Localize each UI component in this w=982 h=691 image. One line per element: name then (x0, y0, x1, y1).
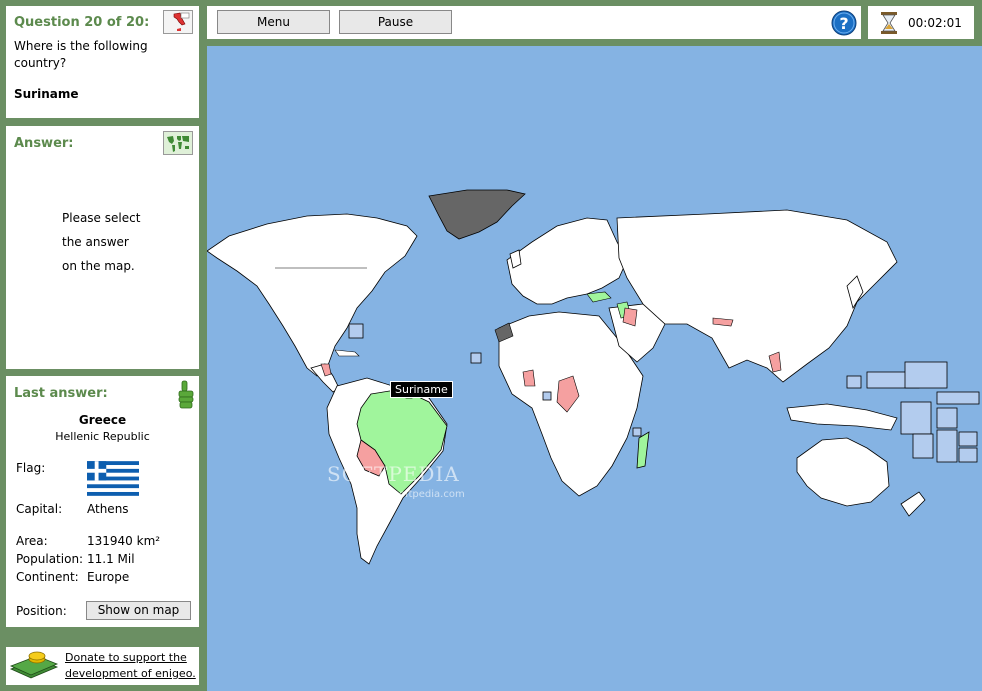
map-tooltip: Suriname (390, 381, 453, 398)
population-value: 11.1 Mil (87, 552, 135, 566)
last-answer-official-name: Hellenic Republic (55, 430, 150, 443)
inset-box[interactable] (470, 352, 482, 364)
last-answer-country: Greece (78, 413, 127, 427)
capital-value: Athens (87, 502, 129, 516)
answer-message: Please select the answer on the map. (62, 206, 140, 278)
population-label: Population: (16, 552, 84, 566)
pause-button[interactable]: Pause (339, 10, 452, 34)
world-map-icon[interactable] (163, 131, 193, 155)
answer-message-line: Please select (62, 211, 141, 225)
greece-flag-icon (87, 461, 139, 499)
thumbs-up-icon (176, 379, 196, 414)
last-answer-title: Last answer: (14, 386, 108, 401)
position-label: Position: (16, 604, 67, 618)
inset-box[interactable] (904, 361, 948, 389)
answer-message-line: on the map. (62, 259, 135, 273)
donate-panel: Donate to support the development of eni… (6, 647, 199, 685)
question-title: Question 20 of 20: (14, 15, 150, 30)
toolbar: Menu Pause ? (207, 6, 861, 39)
world-map[interactable]: Suriname SOFTPEDIA www.softpedia.com (207, 46, 982, 691)
last-answer-panel: Last answer: Greece Hellenic Republic Fl… (6, 376, 199, 627)
country-madagascar[interactable] (636, 431, 650, 469)
donate-link-line: Donate to support the (65, 651, 187, 664)
question-mark-icon[interactable]: ? (831, 10, 857, 39)
answer-message-line: the answer (62, 235, 129, 249)
continent-value: Europe (87, 570, 130, 584)
inset-box[interactable] (936, 391, 980, 405)
continent-europe[interactable] (506, 217, 628, 305)
inset-box[interactable] (846, 375, 862, 389)
country-new-zealand[interactable] (900, 491, 926, 517)
capital-label: Capital: (16, 502, 63, 516)
area-label: Area: (16, 534, 48, 548)
inset-box[interactable] (958, 431, 978, 447)
donate-link[interactable]: Donate to support the development of eni… (65, 650, 196, 682)
inset-box[interactable] (912, 433, 934, 459)
question-panel: Question 20 of 20: Where is the followin… (6, 6, 199, 118)
inset-box[interactable] (936, 407, 958, 429)
inset-box[interactable] (900, 401, 932, 435)
money-icon (9, 651, 59, 684)
question-text: Where is the following country? (14, 39, 148, 70)
flag-label: Flag: (16, 461, 46, 475)
answer-panel: Answer: Please select the answer on the … (6, 126, 199, 369)
timer-panel: 00:02:01 (868, 6, 974, 39)
donate-link-line: development of enigeo. (65, 667, 196, 680)
country-nigeria[interactable] (522, 369, 536, 387)
continent-north-america[interactable] (207, 213, 418, 377)
hourglass-icon (879, 11, 899, 38)
region-indonesia[interactable] (786, 403, 898, 431)
inset-box[interactable] (348, 323, 364, 339)
region-caribbean[interactable] (334, 349, 360, 357)
inset-box[interactable] (958, 447, 978, 463)
svg-text:?: ? (839, 14, 848, 33)
country-greenland[interactable] (428, 189, 526, 240)
world-map-svg[interactable] (207, 46, 982, 691)
question-country: Suriname (14, 87, 79, 101)
area-value: 131940 km² (87, 534, 161, 548)
answer-title: Answer: (14, 136, 74, 151)
show-on-map-button[interactable]: Show on map (86, 601, 191, 620)
watermark: SOFTPEDIA (327, 462, 460, 486)
country-shape-icon (163, 10, 193, 34)
inset-box[interactable] (936, 429, 958, 463)
country-turkey[interactable] (586, 291, 612, 303)
timer-value: 00:02:01 (908, 16, 962, 30)
continent-australia[interactable] (796, 437, 890, 507)
inset-box[interactable] (632, 427, 642, 437)
continent-label: Continent: (16, 570, 79, 584)
inset-box[interactable] (542, 391, 552, 401)
menu-button[interactable]: Menu (217, 10, 330, 34)
watermark-url: www.softpedia.com (367, 489, 465, 500)
